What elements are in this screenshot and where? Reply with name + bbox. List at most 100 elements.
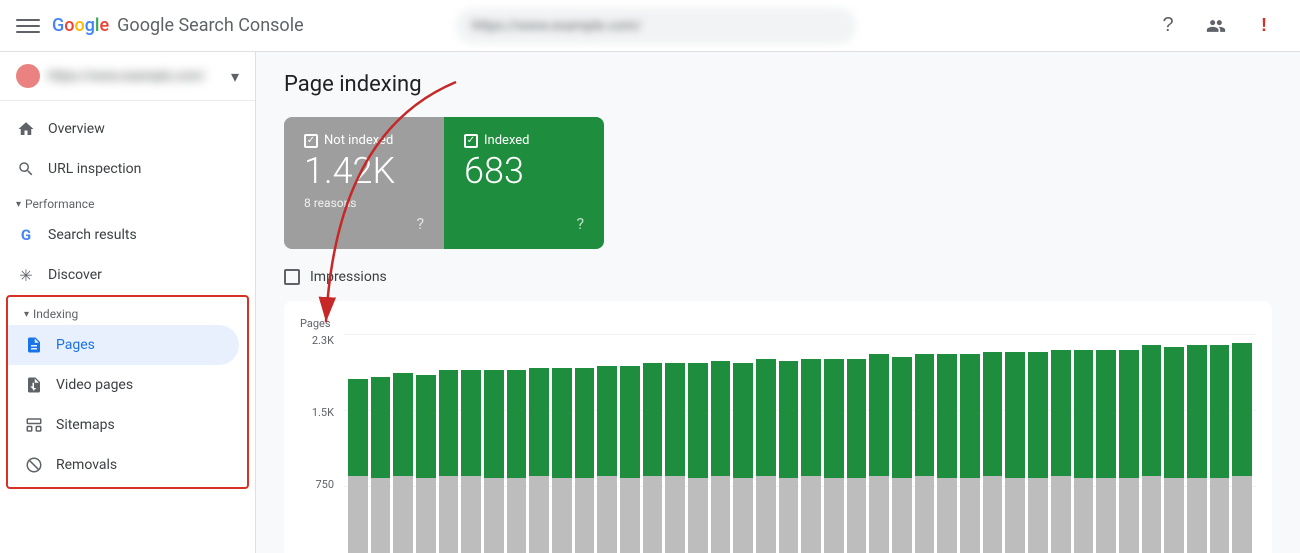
bar-group[interactable] — [1142, 334, 1162, 553]
bar-not-indexed — [915, 476, 935, 553]
performance-label: Performance — [25, 197, 94, 211]
video-pages-icon — [24, 375, 44, 395]
bar-group[interactable] — [620, 334, 640, 553]
y-tick-750: 750 — [315, 478, 334, 491]
bar-group[interactable] — [1096, 334, 1116, 553]
topbar-actions: ? ! — [1148, 6, 1284, 46]
indexed-help-icon[interactable]: ? — [576, 214, 584, 233]
bar-group[interactable] — [756, 334, 776, 553]
bar-group[interactable] — [1005, 334, 1025, 553]
bar-indexed — [348, 379, 368, 475]
bar-group[interactable] — [779, 334, 799, 553]
bar-not-indexed — [484, 478, 504, 553]
bar-group[interactable] — [665, 334, 685, 553]
bar-group[interactable] — [1210, 334, 1230, 553]
bar-group[interactable] — [416, 334, 436, 553]
sidebar-item-video-pages[interactable]: Video pages — [8, 365, 239, 405]
bar-group[interactable] — [529, 334, 549, 553]
account-button[interactable] — [1196, 6, 1236, 46]
bar-indexed — [1187, 345, 1207, 478]
bar-group[interactable] — [711, 334, 731, 553]
bar-group[interactable] — [688, 334, 708, 553]
bar-not-indexed — [1142, 476, 1162, 553]
hamburger-menu-icon[interactable] — [16, 14, 40, 38]
bar-group[interactable] — [552, 334, 572, 553]
not-indexed-header: Not indexed — [304, 133, 424, 148]
bar-group[interactable] — [847, 334, 867, 553]
bar-group[interactable] — [575, 334, 595, 553]
property-favicon — [16, 64, 40, 88]
bar-group[interactable] — [393, 334, 413, 553]
sidebar-item-removals[interactable]: Removals — [8, 445, 239, 485]
bar-not-indexed — [597, 476, 617, 553]
impressions-row: Impressions — [284, 269, 1272, 285]
bar-indexed — [915, 354, 935, 475]
sidebar-nav: Overview URL inspection ▾ Performance G … — [0, 101, 255, 505]
not-indexed-value: 1.42K — [304, 152, 424, 192]
bar-group[interactable] — [937, 334, 957, 553]
bar-group[interactable] — [1187, 334, 1207, 553]
bar-group[interactable] — [869, 334, 889, 553]
bar-group[interactable] — [1074, 334, 1094, 553]
not-indexed-checkbox[interactable] — [304, 134, 318, 148]
bar-group[interactable] — [597, 334, 617, 553]
sidebar-item-pages[interactable]: Pages — [8, 325, 239, 365]
bar-group[interactable] — [733, 334, 753, 553]
bar-indexed — [597, 366, 617, 476]
indexed-card[interactable]: Indexed 683 ? — [444, 117, 604, 249]
bar-group[interactable] — [892, 334, 912, 553]
sidebar-item-sitemaps[interactable]: Sitemaps — [8, 405, 239, 445]
bar-group[interactable] — [348, 334, 368, 553]
bar-group[interactable] — [461, 334, 481, 553]
bar-group[interactable] — [983, 334, 1003, 553]
bar-group[interactable] — [960, 334, 980, 553]
bar-group[interactable] — [1028, 334, 1048, 553]
bar-group[interactable] — [1164, 334, 1184, 553]
search-icon — [16, 159, 36, 179]
bar-indexed — [416, 375, 436, 478]
bar-indexed — [688, 363, 708, 478]
y-tick-2300: 2.3K — [312, 334, 334, 347]
bar-indexed — [1074, 350, 1094, 478]
bar-group[interactable] — [371, 334, 391, 553]
sidebar-item-discover-label: Discover — [48, 267, 102, 283]
property-selector[interactable]: https://www.example.com/ ▾ — [0, 52, 255, 101]
bar-not-indexed — [371, 478, 391, 553]
bar-not-indexed — [824, 478, 844, 553]
bar-indexed — [393, 373, 413, 476]
bar-group[interactable] — [643, 334, 663, 553]
bar-group[interactable] — [824, 334, 844, 553]
indexing-section-label[interactable]: ▾ Indexing — [8, 299, 247, 325]
indexed-checkbox[interactable] — [464, 134, 478, 148]
sidebar-item-url-inspection[interactable]: URL inspection — [0, 149, 247, 189]
bar-not-indexed — [733, 478, 753, 553]
bars-container — [344, 334, 1256, 553]
impressions-checkbox[interactable] — [284, 269, 300, 285]
bar-not-indexed — [665, 476, 685, 553]
notification-button[interactable]: ! — [1244, 6, 1284, 46]
bar-not-indexed — [393, 476, 413, 553]
bar-group[interactable] — [439, 334, 459, 553]
help-button[interactable]: ? — [1148, 6, 1188, 46]
not-indexed-label: Not indexed — [324, 133, 393, 148]
not-indexed-help-icon[interactable]: ? — [416, 214, 424, 233]
bar-not-indexed — [1119, 478, 1139, 553]
bar-not-indexed — [1210, 478, 1230, 553]
bar-group[interactable] — [915, 334, 935, 553]
bar-indexed — [711, 361, 731, 476]
sidebar-item-search-results[interactable]: G Search results — [0, 215, 247, 255]
sidebar-item-discover[interactable]: ✳ Discover — [0, 255, 247, 295]
sidebar-item-removals-label: Removals — [56, 457, 117, 473]
sidebar-item-overview[interactable]: Overview — [0, 109, 247, 149]
bar-group[interactable] — [1119, 334, 1139, 553]
bar-group[interactable] — [1051, 334, 1071, 553]
bar-group[interactable] — [801, 334, 821, 553]
bar-group[interactable] — [1232, 334, 1252, 553]
property-url-bar[interactable]: https://www.example.com/ — [456, 8, 856, 44]
bar-not-indexed — [620, 478, 640, 553]
bar-group[interactable] — [484, 334, 504, 553]
not-indexed-card[interactable]: Not indexed 1.42K 8 reasons ? — [284, 117, 444, 249]
performance-section-label[interactable]: ▾ Performance — [0, 189, 255, 215]
bar-group[interactable] — [507, 334, 527, 553]
discover-icon: ✳ — [16, 265, 36, 285]
